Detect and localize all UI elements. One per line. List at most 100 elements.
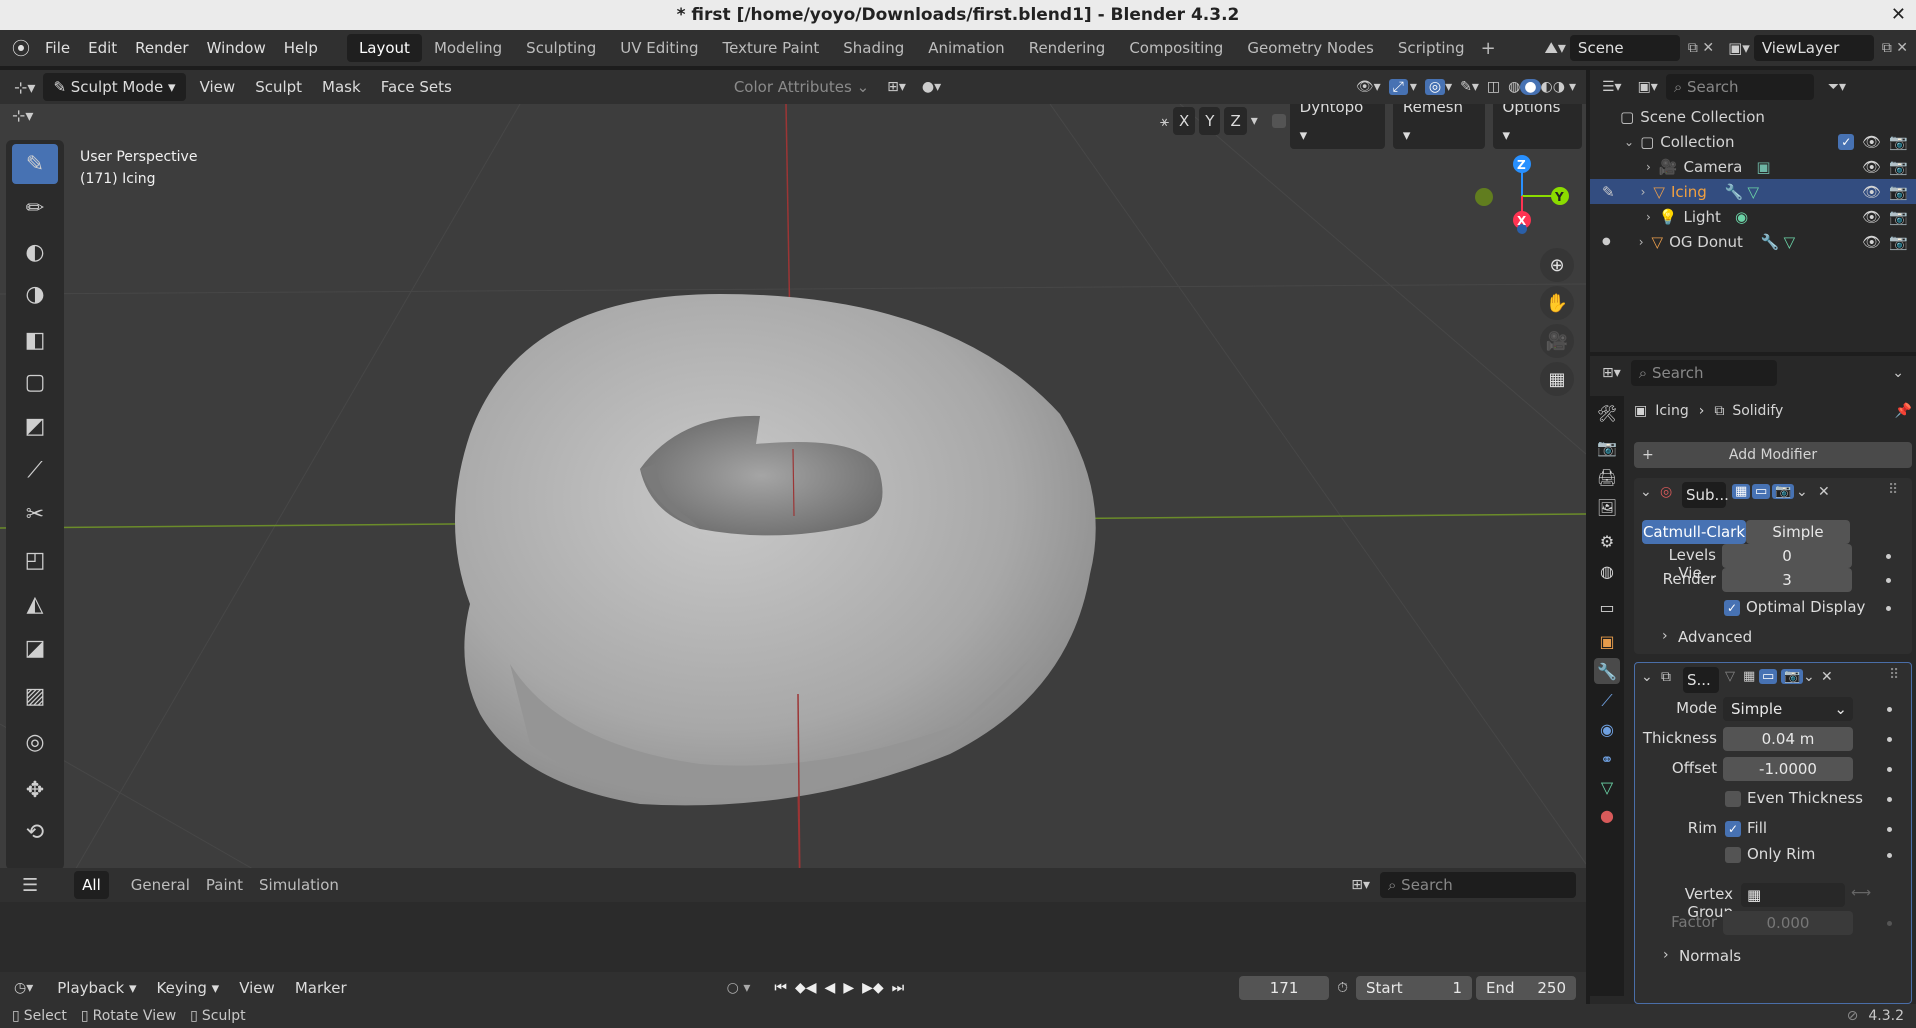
edit-mode-toggle-icon[interactable]: ▦ [1732,484,1751,499]
viewport-toggle-icon[interactable]: ▭ [1752,484,1771,499]
clay-strips-icon[interactable]: ◑ [12,274,58,314]
draw-sharp-icon[interactable]: ✏ [12,188,58,228]
end-frame-field[interactable]: End 250 [1476,976,1576,1000]
subsurf-name-field[interactable]: Sub... [1682,482,1729,508]
view-layer-field[interactable]: ViewLayer [1753,35,1874,61]
tab-sculpting[interactable]: Sculpting [514,34,608,62]
tool-tab-icon[interactable]: 🛠 [1594,400,1620,426]
fill-rim-checkbox[interactable]: ✓ [1725,821,1741,837]
keyframe-dot[interactable] [1886,606,1891,611]
sculpt-menu[interactable]: Sculpt [245,72,312,102]
pan-hand-icon[interactable]: ✋ [1540,286,1574,320]
orthographic-grid-icon[interactable]: ▦ [1540,362,1574,396]
factor-field[interactable]: 0.000 [1723,911,1853,935]
optimal-display-checkbox[interactable]: ✓ [1724,600,1740,616]
rotate-icon[interactable]: ⟲ [12,812,58,852]
gizmo-toggle-icon[interactable]: ⤢ [1388,79,1408,95]
keyframe-dot[interactable] [1887,797,1892,802]
smooth-icon[interactable]: ✂ [12,494,58,534]
current-frame-field[interactable]: 171 [1239,976,1330,1000]
asset-tab-general[interactable]: General [123,871,198,899]
gizmo-dropdown-icon[interactable]: ▾ [1410,79,1417,95]
tab-texture-paint[interactable]: Texture Paint [710,34,831,62]
tab-rendering[interactable]: Rendering [1017,34,1118,62]
tab-shading[interactable]: Shading [831,34,916,62]
menu-file[interactable]: File [36,30,79,66]
new-scene-icon[interactable]: ⧉ ✕ [1688,40,1714,56]
symmetry-dropdown-icon[interactable]: ▾ [1251,113,1258,129]
tab-compositing[interactable]: Compositing [1117,34,1235,62]
mask-menu[interactable]: Mask [312,72,371,102]
options-dropdown[interactable]: Options ▾ [1492,104,1583,149]
render-levels-field[interactable]: 3 [1722,568,1852,592]
mesh-edit-overlay-icon[interactable]: ✎▾ [1460,79,1479,95]
properties-search-input[interactable]: ⌕ Search [1630,360,1777,386]
viewport-toggle-icon[interactable]: ▭ [1759,669,1778,684]
outliner-editor-icon[interactable]: ☰▾ [1602,79,1622,95]
next-keyframe-icon[interactable]: ▶◆ [862,980,884,996]
collection-tab-icon[interactable]: ▭ [1594,594,1620,620]
edit-mode-toggle-icon[interactable]: ▦ [1743,669,1755,684]
display-mode-icon[interactable]: ▣▾ [1638,79,1658,95]
timeline-view-menu[interactable]: View [229,973,285,1003]
scene-collection-row[interactable]: ▢ Scene Collection [1590,104,1916,129]
even-thickness-checkbox[interactable] [1725,791,1741,807]
thickness-field[interactable]: 0.04 m [1723,727,1853,751]
properties-editor-icon[interactable]: ⊞▾ [1602,365,1621,381]
menu-render[interactable]: Render [126,30,197,66]
simple-subdiv-button[interactable]: Simple [1746,520,1850,544]
collapse-chevron-icon[interactable]: ⌄ [1641,669,1653,685]
tab-uv-editing[interactable]: UV Editing [608,34,710,62]
vertex-group-field[interactable]: ▦ [1741,883,1845,907]
advanced-chevron-icon[interactable]: › [1662,628,1668,644]
play-reverse-icon[interactable]: ◀ [825,980,836,996]
mode-dropdown[interactable]: ✎ Sculpt Mode ▾ [43,73,186,101]
playback-menu[interactable]: Playback ▾ [47,973,146,1003]
render-camera-icon[interactable]: 📷 [1889,208,1908,226]
eye-icon[interactable]: 👁 [1862,133,1881,151]
chevron-down-icon[interactable]: ⌄ [1892,365,1904,381]
solidify-name-field[interactable]: S... [1683,667,1719,693]
outliner-search-input[interactable]: ⌕ Search [1665,74,1814,100]
asset-tab-all[interactable]: All [74,871,109,899]
invert-vertex-group-icon[interactable]: ⟷ [1851,885,1871,901]
delete-modifier-icon[interactable]: ✕ [1818,484,1830,500]
prev-keyframe-icon[interactable]: ◆◀ [795,980,817,996]
marker-menu[interactable]: Marker [285,973,357,1003]
chevron-right-icon[interactable]: › [1646,160,1651,174]
render-camera-icon[interactable]: 📷 [1889,233,1908,251]
wireframe-shading-icon[interactable]: ◍ [1508,79,1520,95]
scene-field[interactable]: Scene [1569,35,1680,61]
world-tab-icon[interactable]: ◍ [1594,558,1620,584]
view-layer-icon[interactable]: ▣▾ [1728,39,1750,57]
remesh-dropdown[interactable]: Remesh ▾ [1392,104,1485,149]
keyframe-dot[interactable] [1887,737,1892,742]
keyframe-dot[interactable] [1886,578,1891,583]
view-layer-tab-icon[interactable]: 🖼 [1594,494,1620,520]
eye-icon[interactable]: 👁 [1862,158,1881,176]
keyframe-dot[interactable] [1887,853,1892,858]
constraints-tab-icon[interactable]: ⚭ [1594,746,1620,772]
keyframe-dot[interactable] [1887,767,1892,772]
advanced-subpanel[interactable]: Advanced [1678,628,1752,646]
timeline-editor-icon[interactable]: ◷▾ [14,980,33,996]
collection-exclude-checkbox[interactable]: ✓ [1838,133,1855,150]
modifier-tab-icon[interactable]: 🔧 [1594,658,1620,684]
fill-icon[interactable]: ◭ [12,584,58,624]
inflate-icon[interactable]: ▢ [12,362,58,402]
menu-help[interactable]: Help [275,30,327,66]
menu-window[interactable]: Window [198,30,275,66]
chevron-right-icon[interactable]: › [1646,210,1651,224]
outliner-item-og-donut[interactable]: ● › ▽ OG Donut 🔧 ▽ 👁 📷 [1590,229,1916,254]
shading-dropdown-icon[interactable]: ▾ [1569,79,1576,95]
zoom-icon[interactable]: ⊕ [1540,248,1574,282]
material-tab-icon[interactable]: ● [1594,802,1620,828]
solid-shading-icon[interactable]: ● [1520,79,1541,95]
overlays-dropdown-icon[interactable]: ▾ [1445,79,1452,95]
draw-brush-icon[interactable]: ✎ [12,144,58,184]
tab-animation[interactable]: Animation [916,34,1016,62]
tab-modeling[interactable]: Modeling [422,34,514,62]
xray-icon[interactable]: ◫ [1487,79,1500,95]
render-camera-icon[interactable]: 📷 [1889,158,1908,176]
asset-tab-simulation[interactable]: Simulation [251,871,347,899]
